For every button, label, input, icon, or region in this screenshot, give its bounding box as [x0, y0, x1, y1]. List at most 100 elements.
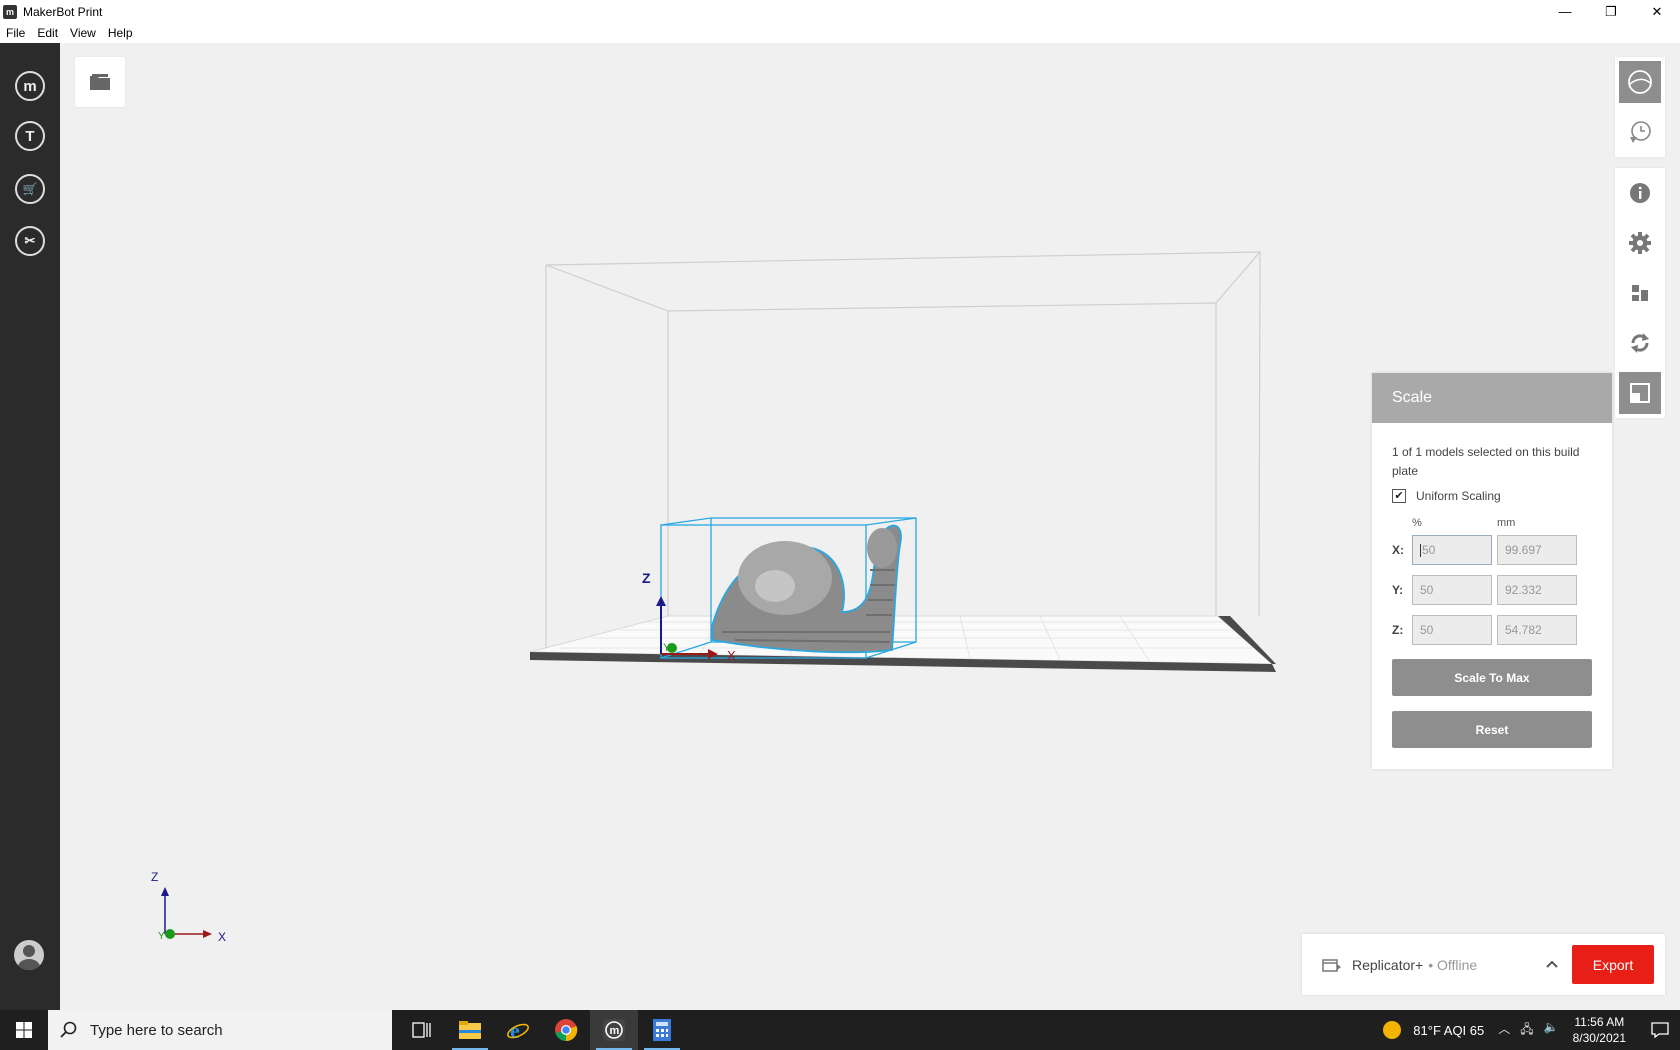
start-button[interactable] — [0, 1010, 48, 1050]
taskbar-clock[interactable]: 11:56 AM 8/30/2021 — [1573, 1014, 1626, 1046]
tray-icons: ︿ 🖧 🔈 — [1498, 1020, 1558, 1041]
chrome-icon — [555, 1019, 578, 1042]
menu-view[interactable]: View — [70, 26, 96, 40]
model-axis-y-label: Y — [663, 642, 671, 654]
internet-explorer-icon: e — [507, 1018, 529, 1042]
build-plate — [529, 615, 1276, 672]
clock-date: 8/30/2021 — [1572, 1031, 1626, 1045]
reset-button[interactable]: Reset — [1392, 711, 1592, 748]
menu-edit[interactable]: Edit — [37, 26, 58, 40]
system-tray: 81°F AQI 65 ︿ 🖧 🔈 11:56 AM 8/30/2021 — [1383, 1010, 1680, 1050]
orient-button[interactable] — [1615, 318, 1665, 368]
scale-button[interactable] — [1615, 368, 1665, 418]
x-percent-value: 50 — [1422, 543, 1436, 557]
model-info-button[interactable] — [1615, 168, 1665, 218]
preview-button[interactable] — [1615, 107, 1665, 157]
uniform-scaling-row[interactable]: ✔ Uniform Scaling — [1392, 489, 1592, 503]
arrange-icon — [1632, 285, 1648, 301]
print-settings-button[interactable] — [1615, 218, 1665, 268]
chevron-up-tray-icon[interactable]: ︿ — [1498, 1020, 1510, 1041]
uniform-scaling-checkbox[interactable]: ✔ — [1392, 489, 1406, 503]
menu-file[interactable]: File — [6, 26, 25, 40]
makerbot-m-icon: m — [3, 4, 17, 19]
printer-bar: Replicator+ • Offline Export — [1302, 934, 1665, 995]
calculator-icon — [653, 1019, 671, 1041]
x-mm-input[interactable]: 99.697 — [1497, 535, 1577, 565]
rotate-icon — [1631, 333, 1649, 353]
close-button[interactable]: ✕ — [1634, 0, 1680, 23]
task-view-icon — [412, 1022, 431, 1038]
clock-preview-icon — [1630, 121, 1651, 143]
printer-icon — [1322, 958, 1341, 972]
calculator-button[interactable] — [638, 1010, 686, 1050]
axis-y-label: Y: — [1392, 583, 1404, 597]
scale-row-z: Z: 50 54.782 — [1392, 613, 1592, 647]
minimize-button[interactable]: — — [1542, 0, 1588, 23]
scale-row-y: Y: 50 92.332 — [1392, 573, 1592, 607]
task-view-button[interactable] — [398, 1010, 446, 1050]
scale-row-x: X: 50 99.697 — [1392, 533, 1592, 567]
uniform-scaling-label: Uniform Scaling — [1416, 489, 1501, 503]
notification-icon — [1651, 1022, 1669, 1038]
model-axis-x-label: X — [727, 648, 736, 663]
search-placeholder: Type here to search — [90, 1021, 223, 1039]
globe-view-icon — [1628, 70, 1652, 94]
view-toolbar — [1615, 57, 1665, 157]
build-volume-outline — [545, 251, 1261, 650]
scale-icon — [1630, 383, 1650, 403]
z-percent-input[interactable]: 50 — [1412, 615, 1492, 645]
gear-icon — [1629, 232, 1651, 254]
makerbot-home-icon[interactable]: m — [15, 71, 45, 101]
menu-help[interactable]: Help — [108, 26, 133, 40]
weather-widget[interactable]: 81°F AQI 65 — [1383, 1021, 1484, 1039]
windows-taskbar: Type here to search e m 81°F AQI 65 ︿ 🖧 … — [0, 1010, 1680, 1050]
thingiverse-icon[interactable]: T — [15, 121, 45, 151]
printer-name[interactable]: Replicator+ — [1352, 957, 1423, 973]
percent-unit-label: % — [1412, 517, 1422, 529]
makerbot-icon: m — [603, 1019, 625, 1041]
store-cart-icon[interactable]: 🛒 — [15, 174, 45, 204]
search-icon — [60, 1021, 77, 1038]
view-axis-y-label: Y — [158, 931, 165, 942]
snail-model[interactable] — [711, 524, 902, 654]
model-tools-toolbar — [1615, 168, 1665, 418]
arrange-button[interactable] — [1615, 268, 1665, 318]
scale-panel: Scale 1 of 1 models selected on this bui… — [1372, 373, 1612, 769]
weather-text: 81°F AQI 65 — [1413, 1022, 1485, 1038]
taskbar-search-input[interactable]: Type here to search — [48, 1010, 392, 1050]
y-percent-input[interactable]: 50 — [1412, 575, 1492, 605]
file-explorer-button[interactable] — [446, 1010, 494, 1050]
left-navigation: m T 🛒 ✂ — [0, 43, 60, 1010]
view-mode-button[interactable] — [1615, 57, 1665, 107]
restore-button[interactable]: ❐ — [1588, 0, 1634, 23]
x-percent-input[interactable]: 50 — [1412, 535, 1492, 565]
y-mm-input[interactable]: 92.332 — [1497, 575, 1577, 605]
notification-button[interactable] — [1640, 1022, 1680, 1038]
menu-bar: File Edit View Help — [0, 23, 1680, 43]
internet-explorer-button[interactable]: e — [494, 1010, 542, 1050]
windows-logo-icon — [16, 1022, 32, 1038]
sun-icon — [1383, 1021, 1402, 1039]
makerbot-taskbar-button[interactable]: m — [590, 1010, 638, 1050]
mm-unit-label: mm — [1497, 517, 1516, 529]
axis-z-label: Z: — [1392, 623, 1404, 637]
user-avatar-icon[interactable] — [14, 940, 44, 970]
scale-to-max-button[interactable]: Scale To Max — [1392, 659, 1592, 696]
printer-status: • Offline — [1428, 956, 1478, 973]
scale-panel-title: Scale — [1372, 373, 1612, 423]
selection-count-text: 1 of 1 models selected on this build pla… — [1392, 445, 1580, 478]
window-title: MakerBot Print — [23, 4, 103, 19]
z-mm-input[interactable]: 54.782 — [1497, 615, 1577, 645]
svg-text:m: m — [610, 1025, 620, 1037]
chevron-up-icon[interactable] — [1545, 955, 1559, 973]
export-button[interactable]: Export — [1572, 945, 1654, 984]
folder-explorer-icon — [459, 1021, 481, 1039]
model-axis-z-label: Z — [642, 570, 651, 586]
units-header: % mm — [1392, 515, 1592, 531]
chrome-button[interactable] — [542, 1010, 590, 1050]
tools-icon[interactable]: ✂ — [15, 226, 45, 256]
clock-time: 11:56 AM — [1574, 1015, 1625, 1029]
network-icon[interactable]: 🖧 — [1520, 1020, 1533, 1041]
volume-icon[interactable]: 🔈 — [1544, 1020, 1559, 1041]
axis-x-label: X: — [1392, 543, 1404, 557]
